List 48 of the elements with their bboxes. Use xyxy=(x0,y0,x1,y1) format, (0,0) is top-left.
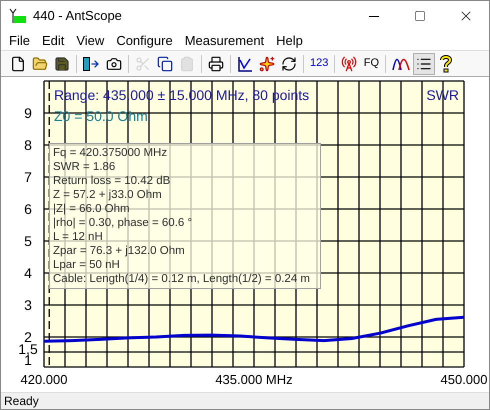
x-tick-label: 420.000 xyxy=(20,372,68,387)
marker-info-line: Zpar = 76.3 + j132.0 Ohm xyxy=(53,244,186,258)
menu-item[interactable]: View xyxy=(70,30,110,50)
marker-info-line: |Z| = 66.0 Ohm xyxy=(53,202,131,216)
printer-icon xyxy=(208,56,224,72)
y-tick-label: 9 xyxy=(24,105,32,121)
list-icon xyxy=(416,56,432,72)
toolbar-text-button[interactable]: FQ xyxy=(360,52,382,74)
scissors-icon xyxy=(135,56,151,72)
folder-icon xyxy=(32,56,48,72)
line-chart-icon xyxy=(237,56,253,72)
new-file-icon xyxy=(10,56,26,72)
marker-info-line: Cable: Length(1/4) = 0.12 m, Length(1/2) = 0.24 m xyxy=(53,272,311,286)
marker-info-line: |rho| = 0.30, phase = 60.6 ° xyxy=(53,216,194,230)
status-text: Ready xyxy=(4,393,39,409)
x-tick-label: 450.000 xyxy=(440,372,488,387)
camera-icon xyxy=(106,56,122,72)
window-title: 440 - AntScope xyxy=(33,7,122,26)
toolbar-button[interactable] xyxy=(413,52,436,74)
y-tick-label: 6 xyxy=(24,201,32,217)
burst-icon xyxy=(259,56,275,72)
device-arrow-icon xyxy=(83,56,100,70)
y-tick-label: 4 xyxy=(24,265,32,281)
x-tick-label: 435.000 MHz xyxy=(215,372,293,387)
menu-item[interactable]: Edit xyxy=(36,30,70,50)
menu-item[interactable]: Measurement xyxy=(178,30,270,50)
marker-info-line: Fq = 420.375000 MHz xyxy=(53,146,168,160)
y-tick-label: 2 xyxy=(24,329,32,345)
antenna-app-icon xyxy=(9,8,27,24)
clipboard-icon xyxy=(179,56,195,72)
question-mark-icon xyxy=(440,54,452,72)
y-tick-label: 7 xyxy=(24,169,32,185)
marker-info-line: SWR = 1.86 xyxy=(53,160,116,174)
maximize-icon xyxy=(414,10,426,22)
menu-item[interactable]: Help xyxy=(270,30,309,50)
y-tick-label: 8 xyxy=(24,137,32,153)
menu-item[interactable]: Configure xyxy=(110,30,179,50)
y-tick-label: 5 xyxy=(24,233,32,249)
toolbar-text-button[interactable]: 123 xyxy=(307,52,332,74)
y-tick-label: 3 xyxy=(24,297,32,313)
refresh-icon xyxy=(281,56,297,72)
marker-info-line: Return loss = 10.42 dB xyxy=(53,174,172,188)
marker-info-line: Lpar = 50 nH xyxy=(53,258,121,272)
marker-info-line: L = 12 nH xyxy=(53,230,104,244)
marker-info-line: Z = 57.2 + j33.0 Ohm xyxy=(53,188,163,202)
antenna-icon xyxy=(341,56,358,72)
menu-item[interactable]: File xyxy=(3,30,36,50)
copy-icon xyxy=(157,56,173,72)
